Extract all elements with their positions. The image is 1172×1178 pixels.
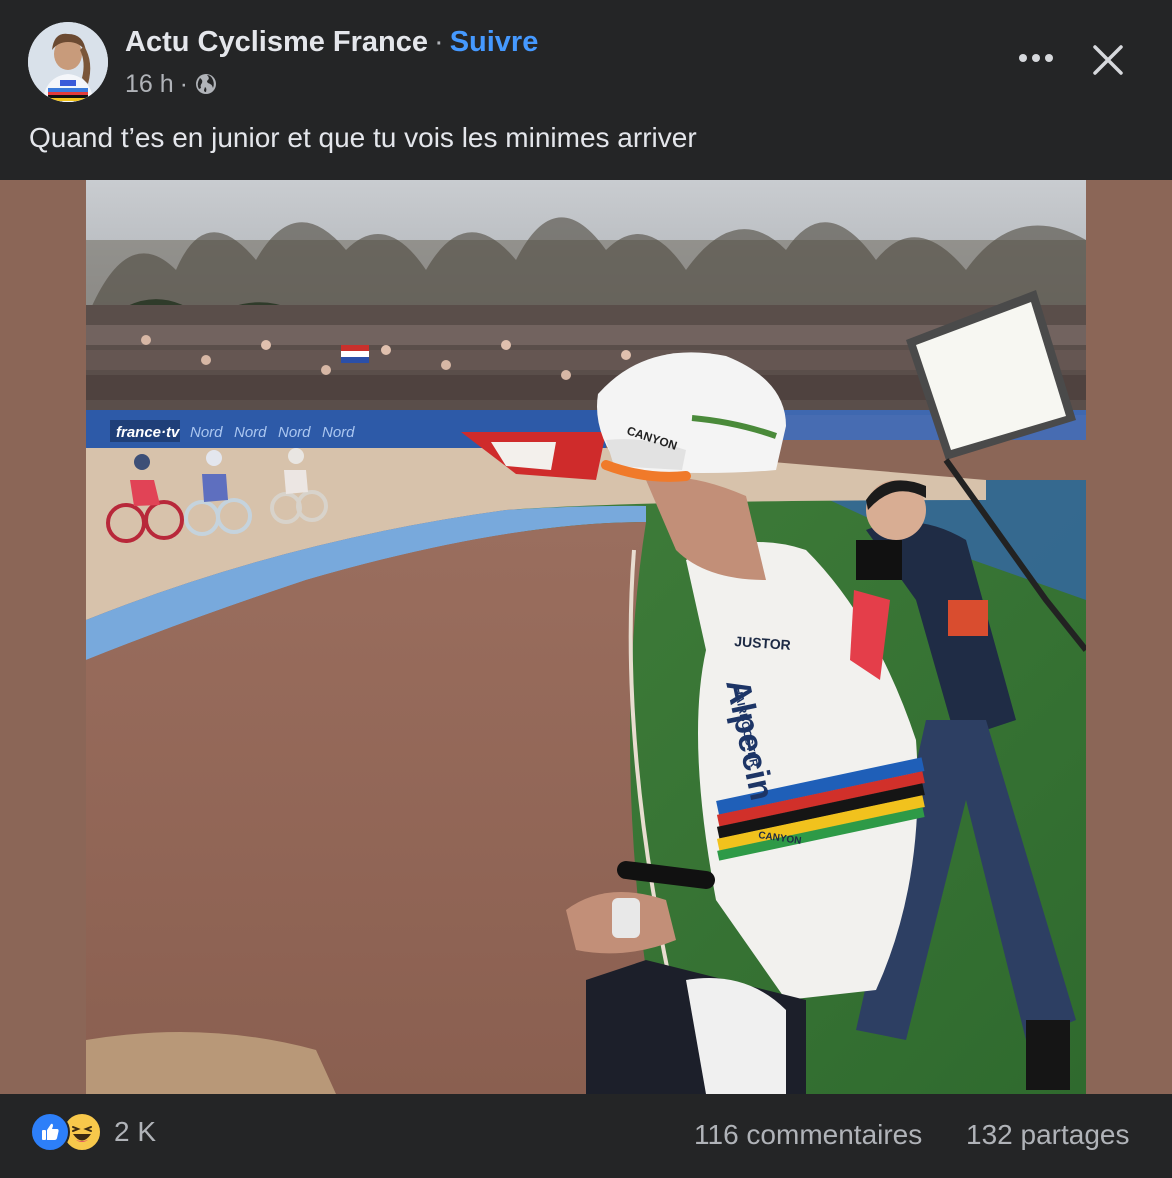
post-photo[interactable]: france·tv Nord Nord Nord Nord Alpecin HA… [86,180,1086,1094]
close-icon [1093,45,1123,75]
reaction-count: 2 K [114,1116,157,1147]
banner-text-nord-4: Nord [322,424,355,441]
author-avatar[interactable] [28,22,108,102]
globe-icon[interactable] [194,72,218,96]
close-button[interactable] [1082,34,1134,86]
reactions-summary[interactable]: 2 K [30,1112,156,1152]
post-header: Actu Cyclisme France · Suivre 16 h · [0,0,1172,110]
comments-count-link[interactable]: 116 commentaires [694,1119,922,1151]
post-meta: 16 h · [125,68,218,100]
banner-text-nord-1: Nord [190,424,223,441]
velodrome-photo: france·tv Nord Nord Nord Nord Alpecin HA… [86,180,1086,1094]
author-name[interactable]: Actu Cyclisme France [125,26,428,58]
post-footer: 2 K 116 commentaires 132 partages [0,1094,1172,1178]
media-container: france·tv Nord Nord Nord Nord Alpecin HA… [0,180,1172,1094]
banner-text-nord-2: Nord [234,424,267,441]
banner-text-francetv: france·tv [116,424,181,441]
post-timestamp[interactable]: 16 h [125,68,174,100]
banner-text-nord-3: Nord [278,424,311,441]
more-dots-icon [1019,54,1053,62]
more-options-button[interactable] [1010,36,1062,80]
post-caption: Quand t’es en junior et que tu vois les … [29,122,697,153]
like-icon [30,1112,70,1152]
shares-count-link[interactable]: 132 partages [966,1119,1129,1151]
facebook-post: Actu Cyclisme France · Suivre 16 h · Qua… [0,0,1172,1178]
separator-dot: · [434,26,444,58]
follow-button[interactable]: Suivre [450,26,539,58]
author-line: Actu Cyclisme France · Suivre [125,24,538,60]
meta-separator: · [179,70,188,98]
